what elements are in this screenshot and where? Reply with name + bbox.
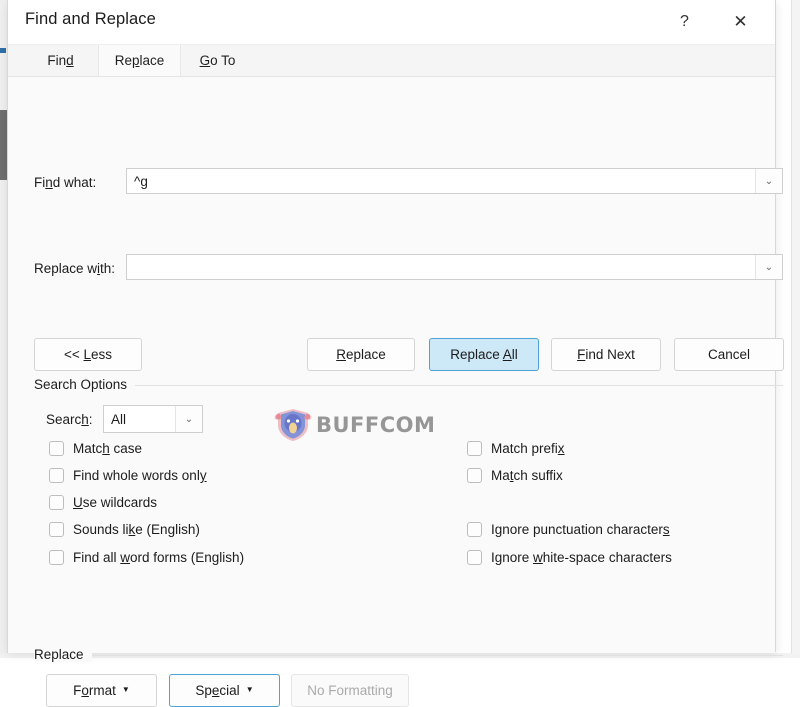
checkbox-box[interactable] bbox=[467, 441, 482, 456]
checkbox-box[interactable] bbox=[467, 468, 482, 483]
checkbox-use-wildcards-label: Use wildcards bbox=[73, 495, 157, 510]
no-formatting-button: No Formatting bbox=[291, 674, 409, 707]
checkbox-use-wildcards[interactable]: Use wildcards bbox=[49, 495, 157, 510]
tab-goto[interactable]: Go To bbox=[181, 45, 254, 76]
dialog-tabstrip: Find Replace Go To bbox=[8, 45, 775, 77]
caret-down-icon: ▼ bbox=[122, 685, 130, 694]
find-what-input[interactable]: ^g bbox=[127, 174, 755, 189]
checkbox-match-case-label: Match case bbox=[73, 441, 142, 456]
checkbox-find-all-word-forms[interactable]: Find all word forms (English) bbox=[49, 550, 244, 565]
tab-replace-label: Replace bbox=[115, 53, 165, 68]
replace-button-label: Replace bbox=[336, 347, 386, 362]
background-right-edge bbox=[791, 0, 800, 658]
search-options-group-label: Search Options bbox=[34, 377, 135, 392]
replace-with-label: Replace with: bbox=[34, 261, 115, 276]
checkbox-box[interactable] bbox=[49, 522, 64, 537]
replace-group-label: Replace bbox=[34, 647, 92, 662]
tab-replace[interactable]: Replace bbox=[98, 45, 181, 76]
search-scope-combobox[interactable]: All ⌄ bbox=[103, 405, 203, 433]
checkbox-box[interactable] bbox=[467, 522, 482, 537]
search-options-group-divider bbox=[34, 385, 783, 386]
checkbox-ignore-punctuation-label: Ignore punctuation characters bbox=[491, 522, 670, 537]
tab-find[interactable]: Find bbox=[23, 45, 98, 76]
chevron-down-icon[interactable]: ⌄ bbox=[175, 406, 202, 432]
find-next-button-label: Find Next bbox=[577, 347, 635, 362]
find-what-label: Find what: bbox=[34, 175, 96, 190]
chevron-down-icon[interactable]: ⌄ bbox=[755, 169, 782, 193]
buffcom-watermark: BUFFCOM bbox=[273, 404, 443, 446]
caret-down-icon: ▼ bbox=[246, 685, 254, 694]
less-button[interactable]: << Less bbox=[34, 338, 142, 371]
checkbox-box[interactable] bbox=[49, 550, 64, 565]
checkbox-ignore-white-space-label: Ignore white-space characters bbox=[491, 550, 672, 565]
find-and-replace-dialog: Find and Replace ? ✕ Find Replace Go To … bbox=[7, 0, 776, 652]
checkbox-match-case[interactable]: Match case bbox=[49, 441, 142, 456]
find-next-button[interactable]: Find Next bbox=[551, 338, 661, 371]
cancel-button[interactable]: Cancel bbox=[674, 338, 784, 371]
chevron-down-icon[interactable]: ⌄ bbox=[755, 255, 782, 279]
checkbox-match-suffix-label: Match suffix bbox=[491, 468, 563, 483]
checkbox-find-whole-words-only-label: Find whole words only bbox=[73, 468, 207, 483]
checkbox-ignore-punctuation[interactable]: Ignore punctuation characters bbox=[467, 522, 670, 537]
dialog-title: Find and Replace bbox=[25, 10, 156, 29]
tab-find-label: Find bbox=[47, 53, 73, 68]
checkbox-box[interactable] bbox=[467, 550, 482, 565]
checkbox-sounds-like[interactable]: Sounds like (English) bbox=[49, 522, 200, 537]
replace-with-combobox[interactable]: ⌄ bbox=[126, 254, 783, 280]
checkbox-match-prefix[interactable]: Match prefix bbox=[467, 441, 565, 456]
checkbox-box[interactable] bbox=[49, 468, 64, 483]
checkbox-ignore-white-space[interactable]: Ignore white-space characters bbox=[467, 550, 672, 565]
special-button-label: Special bbox=[195, 683, 239, 698]
find-what-combobox[interactable]: ^g ⌄ bbox=[126, 168, 783, 194]
checkbox-match-suffix[interactable]: Match suffix bbox=[467, 468, 563, 483]
checkbox-sounds-like-label: Sounds like (English) bbox=[73, 522, 200, 537]
search-label: Search: bbox=[46, 412, 93, 427]
format-button[interactable]: Format ▼ bbox=[46, 674, 157, 707]
close-icon[interactable]: ✕ bbox=[718, 0, 763, 44]
dialog-body: Find what: ^g ⌄ Replace with: ⌄ << Less … bbox=[8, 77, 775, 653]
replace-all-button-label: Replace All bbox=[450, 347, 518, 362]
buffalo-shield-logo-icon bbox=[273, 407, 313, 443]
checkbox-box[interactable] bbox=[49, 495, 64, 510]
replace-all-button[interactable]: Replace All bbox=[429, 338, 539, 371]
special-button[interactable]: Special ▼ bbox=[169, 674, 280, 707]
checkbox-box[interactable] bbox=[49, 441, 64, 456]
checkbox-match-prefix-label: Match prefix bbox=[491, 441, 565, 456]
replace-button[interactable]: Replace bbox=[307, 338, 415, 371]
checkbox-find-whole-words-only[interactable]: Find whole words only bbox=[49, 468, 207, 483]
format-button-label: Format bbox=[73, 683, 116, 698]
help-icon[interactable]: ? bbox=[662, 0, 707, 44]
buffcom-watermark-text: BUFFCOM bbox=[316, 413, 435, 437]
tab-goto-label: Go To bbox=[200, 53, 236, 68]
background-scrollbar-mark bbox=[0, 48, 6, 53]
background-scrollbar-thumb[interactable] bbox=[0, 110, 7, 180]
replace-group-divider bbox=[34, 655, 783, 656]
search-scope-value[interactable]: All bbox=[104, 412, 175, 427]
checkbox-find-all-word-forms-label: Find all word forms (English) bbox=[73, 550, 244, 565]
less-button-label: << Less bbox=[64, 347, 112, 362]
dialog-titlebar[interactable]: Find and Replace ? ✕ bbox=[8, 0, 775, 45]
